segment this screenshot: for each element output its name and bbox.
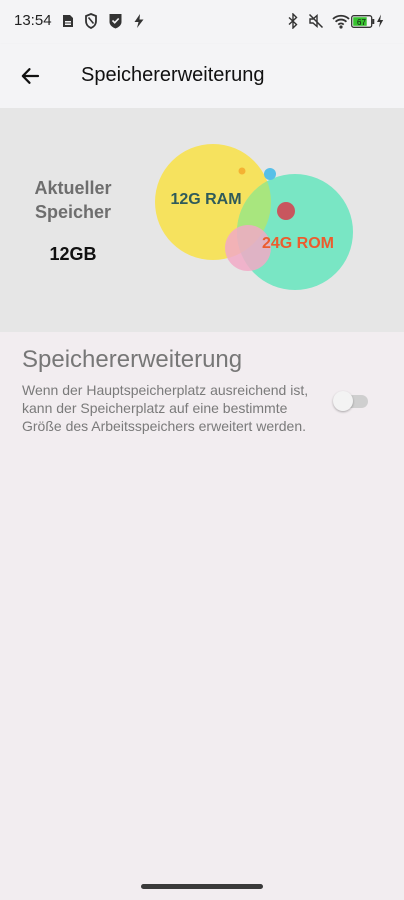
app-bar: Speichererweiterung [0, 44, 404, 108]
security-check-icon [107, 13, 123, 29]
blue-dot [264, 168, 276, 180]
shield-icon [83, 13, 99, 29]
memory-bubbles-graphic: 12G RAM 24G ROM [155, 144, 353, 290]
mute-icon [308, 13, 324, 29]
battery-level: 67 [357, 17, 366, 26]
bluetooth-icon [285, 13, 301, 29]
setting-description: Wenn der Hauptspeicherplatz ausreichend … [22, 382, 309, 434]
setting-title: Speichererweiterung [22, 346, 243, 373]
page-title: Speichererweiterung [81, 64, 265, 86]
red-dot [277, 202, 295, 220]
gesture-navigation-bar[interactable] [141, 884, 263, 889]
back-button[interactable] [14, 60, 46, 92]
status-time: 13:54 [14, 12, 52, 29]
rom-label: 24G ROM [262, 235, 334, 252]
memory-extension-toggle[interactable] [333, 390, 369, 411]
toggle-thumb [333, 391, 353, 411]
ram-label: 12G RAM [170, 191, 241, 208]
wifi-icon [332, 13, 350, 29]
orange-dot [238, 167, 246, 175]
back-arrow-icon [21, 68, 40, 84]
sim-icon [60, 13, 76, 29]
status-bar: 13:54 67 [0, 0, 404, 44]
battery-icon: 67 [351, 13, 375, 29]
memory-overview: Aktueller Speicher 12GB 12G RAM 24G ROM [0, 108, 404, 332]
flash-icon [131, 13, 147, 29]
charging-icon [376, 13, 384, 29]
